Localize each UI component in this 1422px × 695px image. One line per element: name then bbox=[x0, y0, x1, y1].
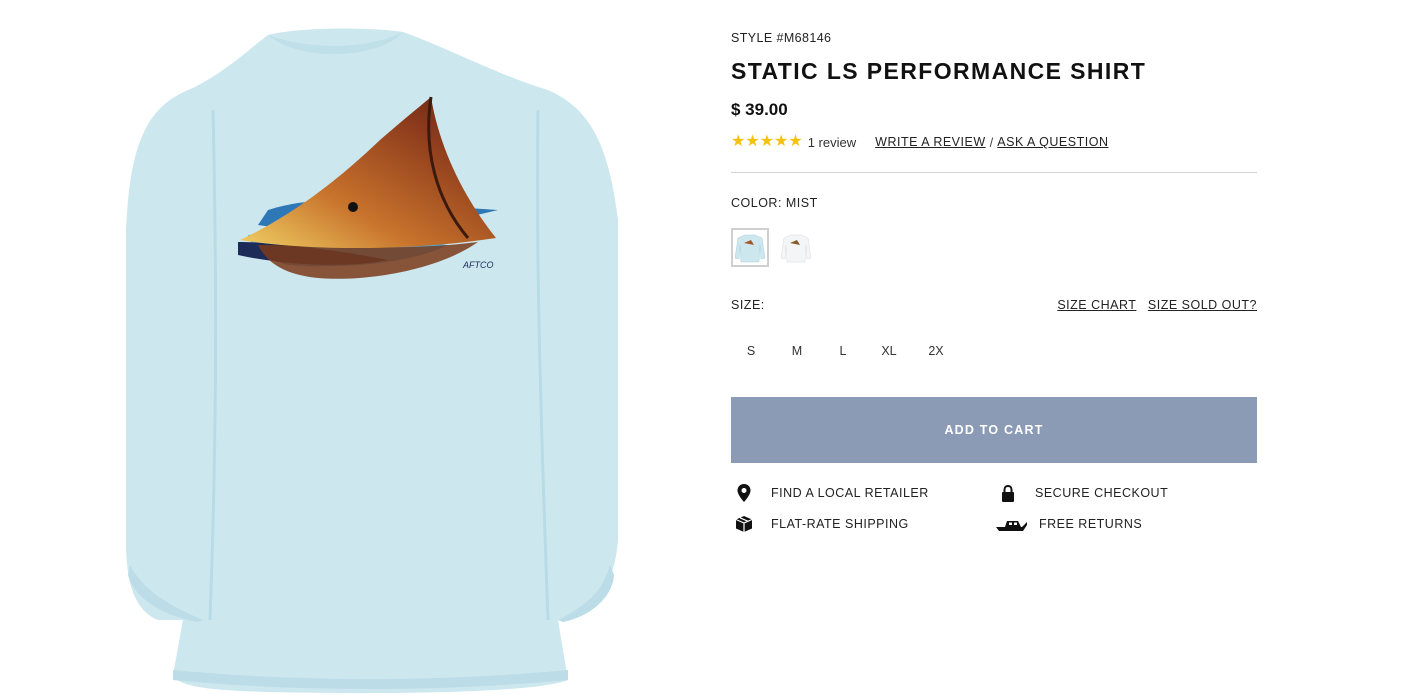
color-swatch-white[interactable] bbox=[777, 228, 815, 267]
size-option-s[interactable]: S bbox=[740, 344, 762, 358]
style-number: STYLE #M68146 bbox=[731, 31, 832, 45]
rating-stars[interactable]: ★★★★★ bbox=[731, 134, 803, 150]
product-price: $ 39.00 bbox=[731, 100, 788, 119]
product-title: STATIC LS PERFORMANCE SHIRT bbox=[731, 58, 1147, 84]
rating-row: ★★★★★ 1 review WRITE A REVIEW / ASK A QU… bbox=[731, 134, 1108, 150]
shirt-thumbnail-icon bbox=[734, 234, 766, 263]
product-image: AFTCO bbox=[126, 28, 618, 694]
divider bbox=[731, 172, 1257, 173]
size-option-2x[interactable]: 2X bbox=[925, 344, 947, 358]
find-retailer-label: FIND A LOCAL RETAILER bbox=[771, 486, 929, 500]
size-option-m[interactable]: M bbox=[786, 344, 808, 358]
secure-checkout-feature: SECURE CHECKOUT bbox=[996, 483, 1168, 503]
free-returns-label: FREE RETURNS bbox=[1039, 517, 1143, 531]
size-label: SIZE: bbox=[731, 298, 765, 312]
size-links: SIZE CHART SIZE SOLD OUT? bbox=[1057, 298, 1257, 312]
write-review-link[interactable]: WRITE A REVIEW bbox=[875, 135, 986, 149]
svg-text:AFTCO: AFTCO bbox=[462, 260, 494, 270]
size-option-xl[interactable]: XL bbox=[878, 344, 900, 358]
flat-rate-shipping-label: FLAT-RATE SHIPPING bbox=[771, 517, 909, 531]
map-pin-icon bbox=[732, 483, 756, 503]
link-separator: / bbox=[989, 134, 994, 150]
color-swatch-mist[interactable] bbox=[731, 228, 769, 267]
box-icon bbox=[732, 514, 756, 534]
size-sold-out-link[interactable]: SIZE SOLD OUT? bbox=[1148, 298, 1257, 312]
size-chart-link[interactable]: SIZE CHART bbox=[1057, 298, 1136, 312]
size-option-l[interactable]: L bbox=[832, 344, 854, 358]
color-label: COLOR: MIST bbox=[731, 196, 818, 210]
review-count[interactable]: 1 review bbox=[808, 135, 856, 150]
ask-question-link[interactable]: ASK A QUESTION bbox=[997, 135, 1108, 149]
secure-checkout-label: SECURE CHECKOUT bbox=[1035, 486, 1169, 500]
boat-icon bbox=[996, 514, 1028, 534]
shirt-thumbnail-icon bbox=[780, 234, 812, 263]
flat-rate-shipping-feature: FLAT-RATE SHIPPING bbox=[732, 514, 909, 534]
add-to-cart-button[interactable]: ADD TO CART bbox=[731, 397, 1257, 463]
lock-icon bbox=[996, 483, 1020, 503]
find-retailer-feature[interactable]: FIND A LOCAL RETAILER bbox=[732, 483, 929, 503]
free-returns-feature: FREE RETURNS bbox=[996, 514, 1142, 534]
